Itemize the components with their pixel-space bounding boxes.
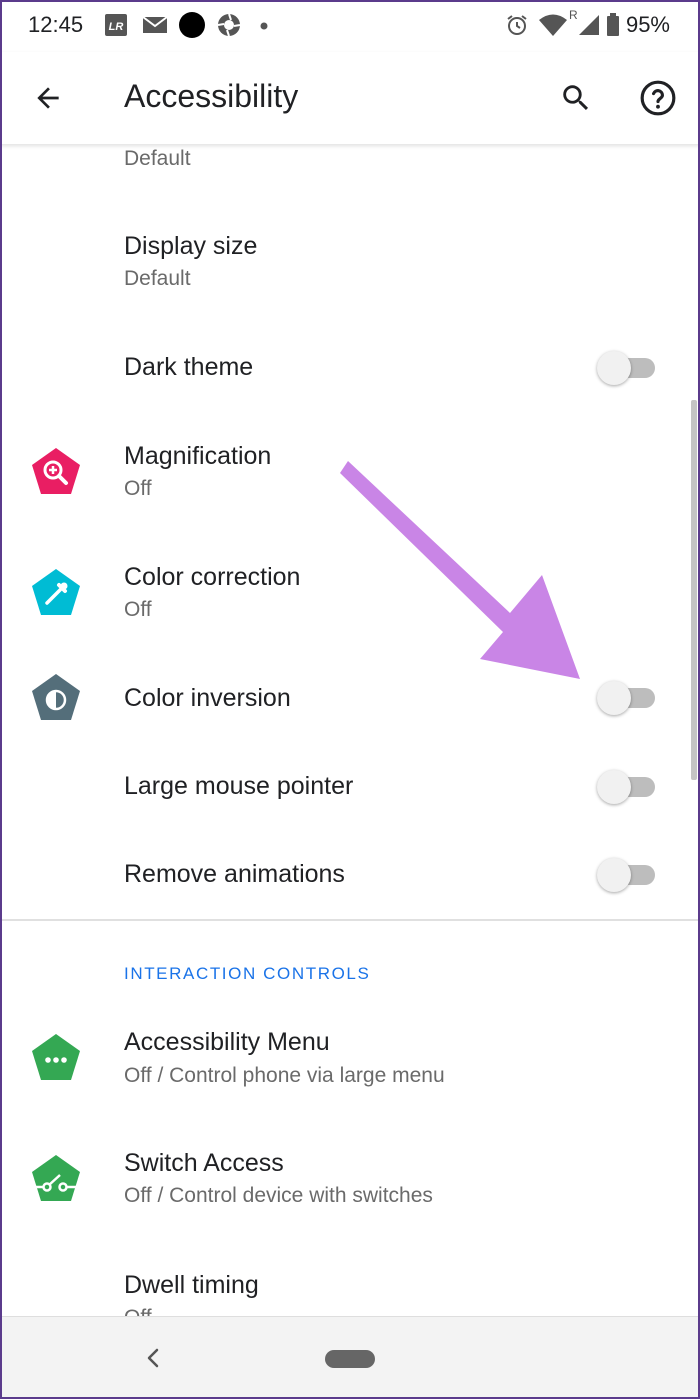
navigation-bar — [0, 1316, 700, 1399]
list-item-subtitle: Default — [124, 267, 191, 290]
list-item-title: Dark theme — [124, 353, 254, 381]
nav-back-icon[interactable] — [138, 1343, 168, 1373]
scrollbar[interactable] — [691, 400, 697, 780]
toggle-thumb — [597, 351, 631, 385]
mail-icon — [142, 16, 168, 33]
annotation-arrow — [340, 461, 580, 679]
alarm-icon — [507, 15, 527, 35]
dot-icon — [260, 22, 268, 30]
list-item-subtitle: Off / Control device with switches — [124, 1184, 433, 1207]
circle-icon — [179, 12, 205, 38]
list-item-switch-access[interactable]: Switch Access Off / Control device with … — [0, 1137, 700, 1223]
help-button[interactable] — [634, 74, 682, 122]
search-icon — [563, 85, 589, 111]
switch-icon — [32, 1155, 80, 1201]
toggle-thumb — [597, 858, 631, 892]
remove-animations-toggle[interactable] — [597, 858, 655, 892]
list-item-dwell-timing[interactable]: Dwell timing Off — [0, 1257, 700, 1316]
lightroom-icon: LR — [105, 14, 127, 36]
list-item-remove-animations[interactable]: Remove animations — [0, 842, 700, 912]
help-icon — [640, 80, 676, 116]
list-item-subtitle: Off / Control phone via large menu — [124, 1064, 445, 1087]
list-item-title: Switch Access — [124, 1149, 284, 1177]
list-item-title: Color correction — [124, 563, 301, 591]
toggle-thumb — [597, 681, 631, 715]
battery-icon — [607, 13, 619, 36]
signal-icon — [579, 15, 599, 35]
eyedropper-icon — [32, 569, 80, 615]
app-bar: Accessibility — [0, 52, 700, 144]
section-divider — [0, 919, 700, 921]
list-item-title: Accessibility Menu — [124, 1028, 330, 1056]
aperture-icon — [217, 13, 241, 37]
battery-percent: 95% — [625, 12, 670, 37]
dots-icon — [32, 1034, 80, 1080]
color-inversion-toggle[interactable] — [597, 681, 655, 715]
back-button[interactable] — [24, 74, 72, 122]
section-header-interaction-controls: INTERACTION CONTROLS — [124, 964, 371, 983]
list-item-title: Display size — [124, 232, 258, 260]
toggle-thumb — [597, 770, 631, 804]
list-item-title: Color inversion — [124, 684, 291, 712]
status-bar: 12:45 LR R 95% — [0, 0, 700, 52]
home-pill-icon[interactable] — [325, 1350, 375, 1368]
page-title: Accessibility — [124, 78, 299, 114]
large-mouse-pointer-toggle[interactable] — [597, 770, 655, 804]
arrow-back-icon — [37, 87, 59, 109]
dark-theme-toggle[interactable] — [597, 351, 655, 385]
list-item-title: Large mouse pointer — [124, 772, 354, 800]
list-item-large-mouse-pointer[interactable]: Large mouse pointer — [0, 754, 700, 824]
settings-list: Default Display size Default Dark theme … — [0, 144, 700, 1316]
list-item-subtitle: Off — [124, 477, 152, 500]
magnify-icon — [32, 448, 80, 494]
wifi-roaming-badge: R — [569, 8, 578, 22]
list-item-dark-theme[interactable]: Dark theme — [0, 334, 700, 404]
list-item-display-size[interactable]: Display size Default — [0, 220, 700, 300]
list-item-title: Dwell timing — [124, 1271, 259, 1299]
contrast-icon — [32, 674, 80, 720]
status-time: 12:45 — [28, 12, 84, 37]
list-item-subtitle: Default — [124, 147, 191, 170]
wifi-icon — [539, 14, 567, 36]
list-item-title: Remove animations — [124, 860, 345, 888]
list-item-title: Magnification — [124, 442, 272, 470]
search-button[interactable] — [552, 74, 600, 122]
list-item-subtitle: Off — [124, 1306, 152, 1316]
list-item-font-size[interactable]: Default — [0, 144, 700, 184]
list-item-subtitle: Off — [124, 598, 152, 621]
list-item-accessibility-menu[interactable]: Accessibility Menu Off / Control phone v… — [0, 1016, 700, 1102]
svg-text:LR: LR — [109, 21, 124, 33]
